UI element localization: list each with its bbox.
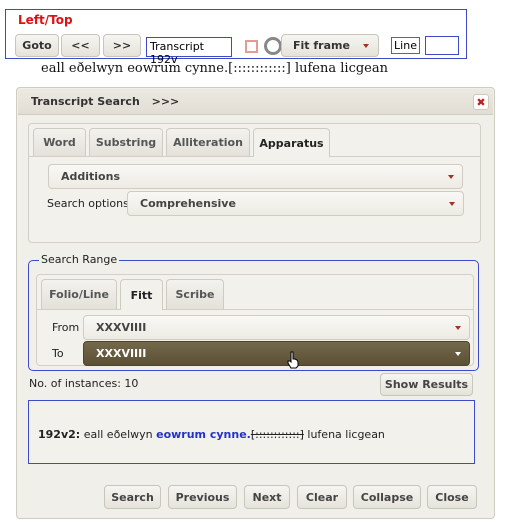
dialog-title-text: Transcript Search [31,95,140,108]
results-box: 192v2: eall eðelwyn eowrum cynne.[::::::… [28,400,475,464]
tab-substring[interactable]: Substring [89,128,163,156]
chevron-down-icon [363,44,369,48]
close-button[interactable]: Close [427,485,477,509]
transcript-line: eall eðelwyn eowrum cynne.[::::::::::::]… [41,61,388,76]
next-page-button[interactable]: >> [103,34,141,57]
square-icon[interactable] [245,40,258,53]
line-input[interactable] [425,36,459,55]
chevron-down-icon [448,175,454,179]
toolbar-title: Left/Top [16,13,75,27]
tab-word[interactable]: Word [33,128,86,156]
dialog-expand-arrows[interactable]: >>> [152,95,180,108]
result-hit: eowrum cynne. [156,428,251,441]
tab-apparatus[interactable]: Apparatus [253,128,330,157]
result-reference: 192v2: [38,428,81,441]
toolbar: Left/Top Goto << >> Transcript 192v Fit … [5,9,467,66]
collapse-button[interactable]: Collapse [353,485,421,509]
from-value: XXXVIIII [96,321,147,334]
apparatus-type-select[interactable]: Additions [48,164,463,189]
range-tabs-divider [37,309,473,310]
search-options-label: Search options: [47,197,133,210]
range-tabs-panel: Folio/Line Fitt Scribe From XXXVIIII To … [36,274,474,366]
page-input[interactable]: Transcript 192v [146,37,232,66]
result-text-after: lufena licgean [307,428,385,441]
to-value: XXXVIIII [96,347,147,360]
result-row[interactable]: 192v2: eall eðelwyn eowrum cynne.[::::::… [38,428,385,441]
instances-count: No. of instances: 10 [29,377,139,390]
transcript-search-dialog: Transcript Search >>> ✖ Word Substring A… [16,87,495,519]
chevron-down-icon [449,202,455,206]
next-button[interactable]: Next [244,485,290,509]
dialog-title: Transcript Search >>> [31,95,179,108]
hand-cursor-icon [287,351,299,369]
result-bracket: [::::::::::::] [250,428,304,441]
search-tabs-panel: Word Substring Alliteration Apparatus Ad… [28,123,481,243]
line-button[interactable]: Line [391,37,420,54]
apparatus-type-value: Additions [61,170,120,183]
from-label: From [52,321,80,334]
result-text-before: eall eðelwyn [83,428,153,441]
search-range-fieldset: Search Range Folio/Line Fitt Scribe From… [28,253,479,371]
fit-frame-select[interactable]: Fit frame [281,34,379,57]
tab-scribe[interactable]: Scribe [166,279,224,309]
previous-button[interactable]: Previous [168,485,237,509]
circle-icon[interactable] [264,37,282,55]
close-icon[interactable]: ✖ [473,94,489,110]
fit-frame-label: Fit frame [293,39,350,52]
previous-page-button[interactable]: << [61,34,100,57]
goto-button[interactable]: Goto [15,34,59,57]
search-options-value: Comprehensive [140,197,236,210]
tab-fitt[interactable]: Fitt [120,279,163,310]
show-results-button[interactable]: Show Results [380,373,473,396]
from-select[interactable]: XXXVIIII [83,315,470,340]
chevron-down-icon [455,326,461,330]
chevron-down-icon [455,352,461,356]
dialog-header[interactable]: Transcript Search >>> ✖ [18,89,493,115]
search-button[interactable]: Search [104,485,161,509]
to-label: To [52,347,64,360]
to-select[interactable]: XXXVIIII [83,341,470,366]
tab-alliteration[interactable]: Alliteration [166,128,250,156]
search-range-legend: Search Range [39,253,120,266]
search-options-select[interactable]: Comprehensive [127,191,464,216]
tab-folio-line[interactable]: Folio/Line [41,279,117,309]
clear-button[interactable]: Clear [297,485,347,509]
